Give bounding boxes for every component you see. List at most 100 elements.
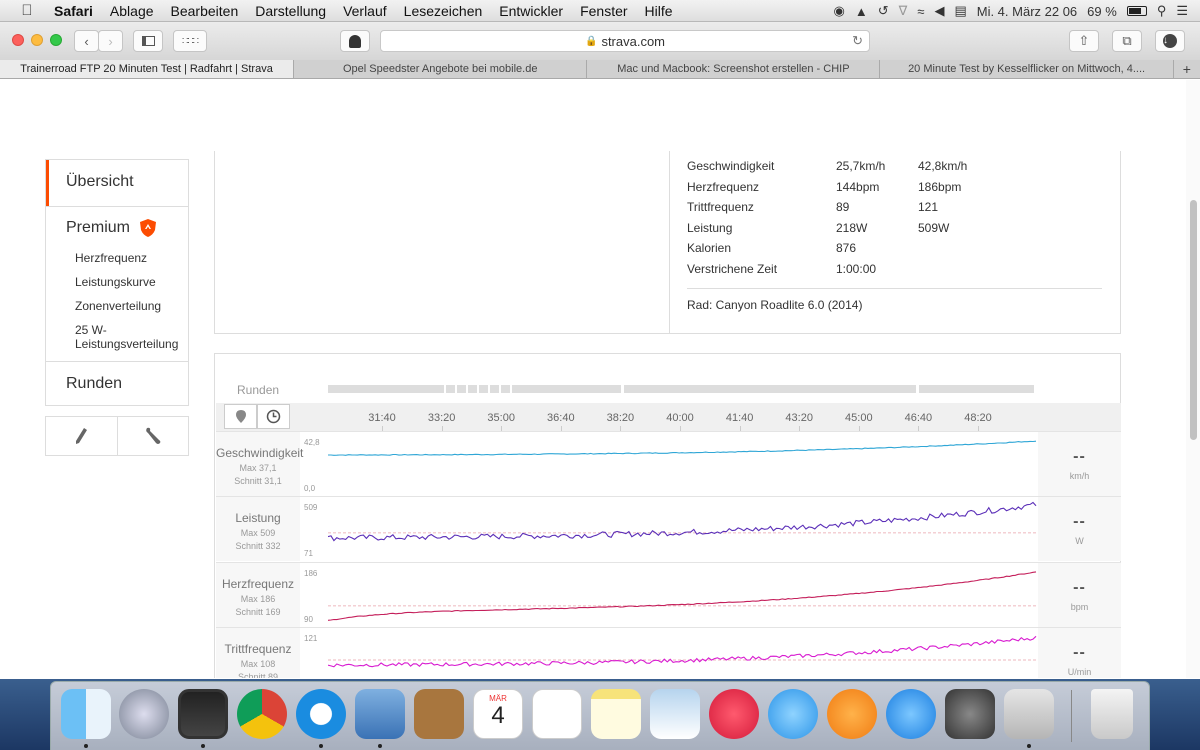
app-store-icon[interactable]	[886, 689, 936, 739]
apple-menu-icon[interactable]: 	[18, 2, 36, 19]
nav-power-distribution[interactable]: 25 W-Leistungsverteilung	[75, 323, 185, 351]
preview-icon[interactable]	[650, 689, 700, 739]
distance-axis-toggle[interactable]	[224, 404, 257, 429]
calendar-icon[interactable]: MÄR 4	[473, 689, 523, 739]
address-bar[interactable]: 🔒 strava.com ↻	[380, 30, 870, 52]
nav-laps[interactable]: Runden	[46, 361, 188, 405]
stream-max: Max 509	[240, 528, 276, 538]
nav-heart-rate[interactable]: Herzfrequenz	[75, 251, 188, 265]
downloads-button[interactable]: ↓	[1155, 30, 1185, 52]
stream-avg: Schnitt 332	[235, 541, 281, 551]
time-axis-toggle[interactable]	[257, 404, 290, 429]
share-button[interactable]: ⇧	[1069, 30, 1099, 52]
keyboard-icon[interactable]: ▤	[954, 3, 966, 19]
lap-segment[interactable]	[501, 385, 510, 393]
search-icon[interactable]: ⚲	[1157, 3, 1167, 19]
menu-bearbeiten[interactable]: Bearbeiten	[171, 3, 239, 19]
sidebar-icon	[141, 36, 155, 46]
trash-icon[interactable]	[1091, 689, 1133, 739]
stream-plot[interactable]	[328, 563, 1038, 627]
bluetooth-icon[interactable]: ∇	[899, 3, 908, 19]
menu-lesezeichen[interactable]: Lesezeichen	[404, 3, 483, 19]
clock-datetime[interactable]: Mi. 4. März 22 06	[977, 4, 1077, 19]
stream-plot[interactable]	[328, 497, 1038, 561]
close-window-icon[interactable]	[12, 34, 24, 46]
stream-unit: U/min	[1067, 667, 1092, 677]
zoom-window-icon[interactable]	[50, 34, 62, 46]
forward-button[interactable]: ›	[98, 30, 123, 52]
actions-button[interactable]	[116, 417, 189, 455]
launchpad-icon[interactable]	[119, 689, 169, 739]
tabs-overview-button[interactable]: ⧉	[1112, 30, 1142, 52]
minimize-window-icon[interactable]	[31, 34, 43, 46]
lap-segment[interactable]	[479, 385, 488, 393]
lap-segment[interactable]	[328, 385, 444, 393]
nav-premium[interactable]: Premium	[66, 215, 188, 241]
menu-entwickler[interactable]: Entwickler	[499, 3, 563, 19]
tab-mobile-de[interactable]: Opel Speedster Angebote bei mobile.de	[293, 60, 586, 78]
tab-20-minute-test[interactable]: 20 Minute Test by Kesselflicker on Mittw…	[879, 60, 1172, 78]
reminders-icon[interactable]	[532, 689, 582, 739]
page-scrollbar-thumb[interactable]	[1190, 200, 1197, 440]
reload-icon[interactable]: ↻	[852, 33, 863, 49]
volume-icon[interactable]: ◀	[934, 3, 944, 19]
stream-value: --	[1073, 448, 1086, 465]
notification-list-icon[interactable]: ☰	[1176, 3, 1188, 19]
lock-icon: 🔒	[584, 35, 598, 47]
battery-percent[interactable]: 69 %	[1087, 4, 1117, 19]
stream-plot[interactable]	[328, 628, 1038, 678]
menu-darstellung[interactable]: Darstellung	[255, 3, 326, 19]
lap-segment[interactable]	[563, 385, 621, 393]
edit-button[interactable]	[46, 417, 117, 455]
lap-segment[interactable]	[468, 385, 477, 393]
menu-ablage[interactable]: Ablage	[110, 3, 154, 19]
lap-segment[interactable]	[490, 385, 499, 393]
lap-segment[interactable]	[446, 385, 455, 393]
finder-icon[interactable]	[61, 689, 111, 739]
stream-panel-trittfrequenz[interactable]: TrittfrequenzMax 108Schnitt 8912160--U/m…	[216, 627, 1121, 678]
menu-verlauf[interactable]: Verlauf	[343, 3, 387, 19]
stream-panel-geschwindigkeit[interactable]: Geschwindigkeit Max 37,1 Schnitt 31,1 42,8 0…	[216, 431, 1121, 496]
stat-label: Geschwindigkeit	[687, 159, 775, 173]
status-circle-icon[interactable]: ◉	[833, 3, 844, 19]
photo-booth-icon[interactable]	[178, 689, 228, 739]
time-machine-icon[interactable]: ↺	[878, 3, 889, 19]
nav-overview[interactable]: Übersicht	[46, 160, 188, 206]
ghostery-button[interactable]	[340, 30, 370, 52]
time-tick-label: 46:40	[904, 412, 933, 424]
lap-segment[interactable]	[919, 385, 1034, 393]
finder-running-dot	[84, 744, 88, 748]
drive-icon[interactable]: ▲	[855, 4, 868, 19]
screenshot-tool-icon[interactable]	[1004, 689, 1054, 739]
menu-app-name[interactable]: Safari	[54, 3, 93, 19]
lap-segment[interactable]	[624, 385, 916, 393]
top-sites-button[interactable]: ∷∷∷	[173, 30, 207, 52]
system-preferences-icon[interactable]	[945, 689, 995, 739]
stream-panel-leistung[interactable]: Leistung Max 509 Schnitt 332 509 71 -- W	[216, 496, 1121, 561]
stream-label: Geschwindigkeit Max 37,1 Schnitt 31,1	[216, 432, 303, 496]
wifi-icon[interactable]: ≈	[917, 4, 924, 19]
new-tab-button[interactable]: +	[1172, 60, 1200, 78]
menu-hilfe[interactable]: Hilfe	[645, 3, 673, 19]
stream-panel-herzfrequenz[interactable]: Herzfrequenz Max 186 Schnitt 169 186 90 -- bpm	[216, 562, 1121, 627]
dock-separator	[1071, 690, 1072, 742]
notes-icon[interactable]	[591, 689, 641, 739]
back-button[interactable]: ‹	[74, 30, 99, 52]
lap-segment[interactable]	[512, 385, 521, 393]
tab-chip[interactable]: Mac und Macbook: Screenshot erstellen - …	[586, 60, 879, 78]
battery-icon[interactable]	[1126, 6, 1147, 16]
mail-icon[interactable]	[355, 689, 405, 739]
messages-icon[interactable]	[768, 689, 818, 739]
safari-dock-icon[interactable]	[296, 689, 346, 739]
chrome-icon[interactable]	[237, 689, 287, 739]
menu-fenster[interactable]: Fenster	[580, 3, 627, 19]
contacts-icon[interactable]	[414, 689, 464, 739]
sidebar-button[interactable]	[133, 30, 163, 52]
nav-power-curve[interactable]: Leistungskurve	[75, 275, 188, 289]
lap-segment[interactable]	[457, 385, 466, 393]
ibooks-icon[interactable]	[827, 689, 877, 739]
itunes-icon[interactable]	[709, 689, 759, 739]
stream-plot[interactable]	[328, 432, 1038, 496]
tab-strava-activity[interactable]: Trainerroad FTP 20 Minuten Test | Radfah…	[0, 60, 294, 78]
nav-zone-distribution[interactable]: Zonenverteilung	[75, 299, 188, 313]
